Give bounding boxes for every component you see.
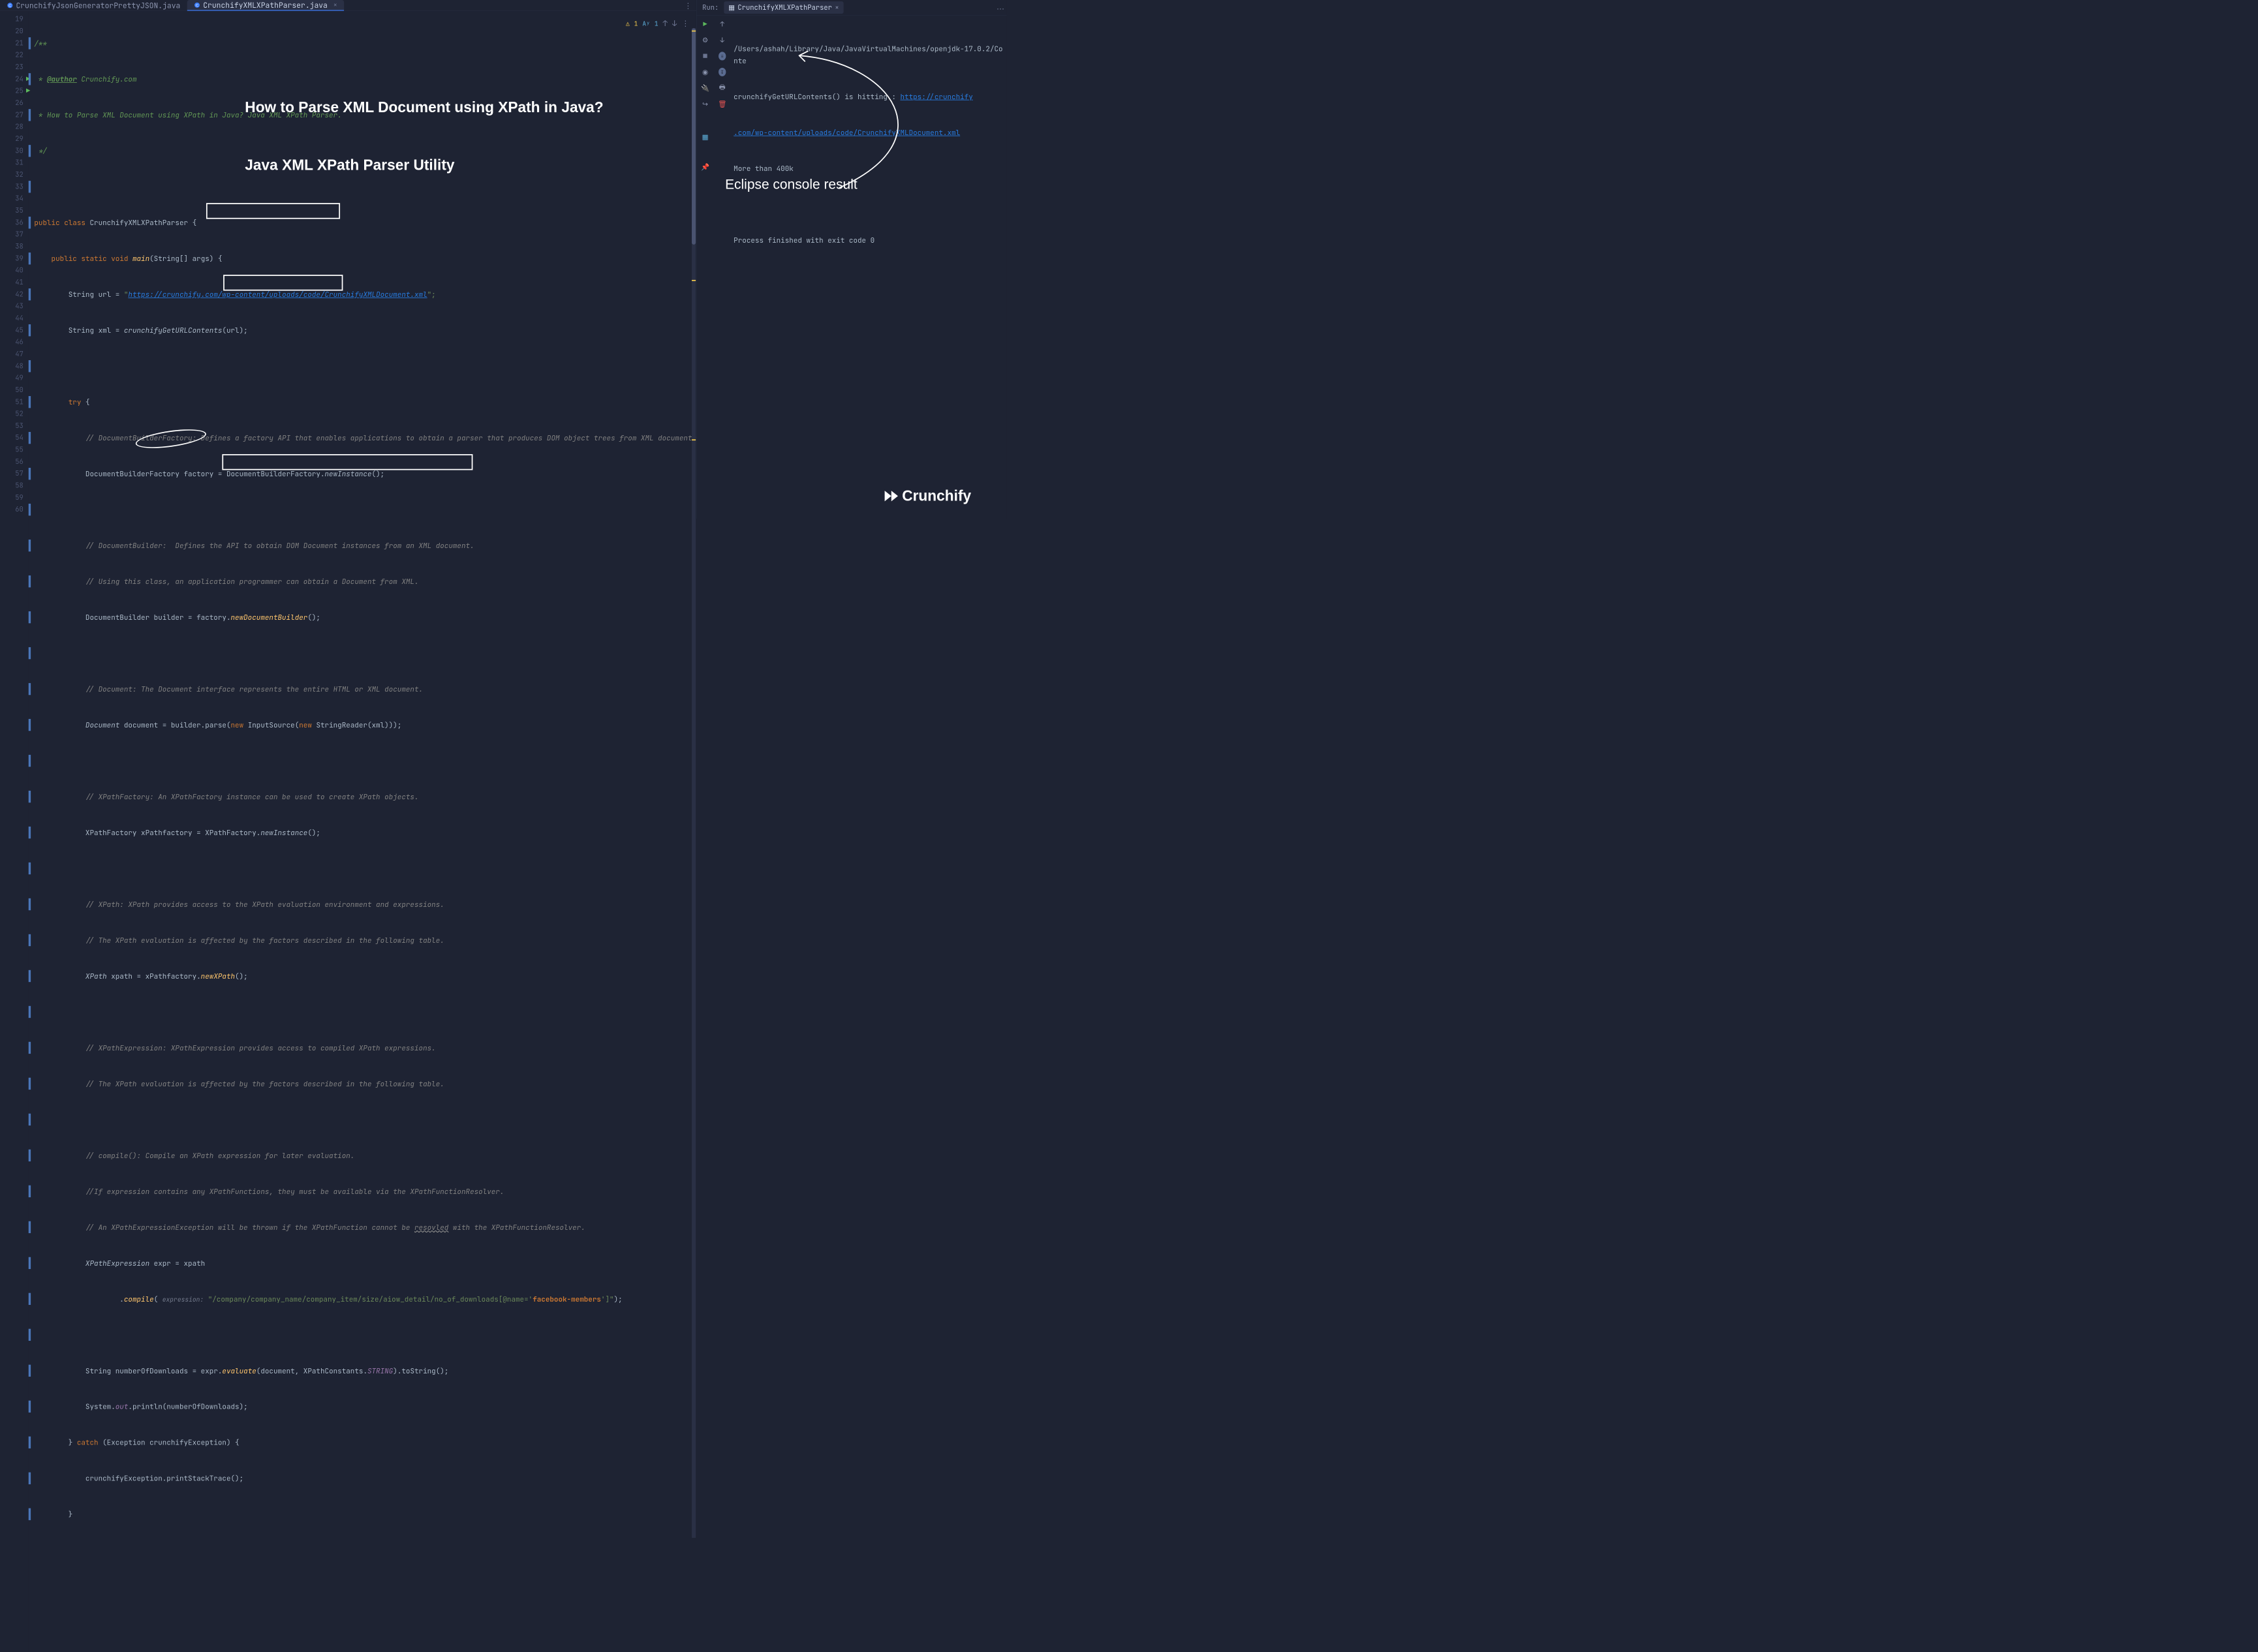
run-panel-menu-icon[interactable]: ⋯ bbox=[997, 3, 1004, 14]
layout-icon[interactable]: ▦ bbox=[702, 133, 709, 140]
stop-icon[interactable]: ■ bbox=[702, 52, 709, 59]
run-toolbar-left: ▶ ⚙ ■ ◉ 🔌 ↪ ▦ 📌 bbox=[696, 16, 713, 519]
pin-icon[interactable]: 📌 bbox=[702, 163, 709, 170]
overlay-title: How to Parse XML Document using XPath in… bbox=[245, 59, 603, 213]
run-label: Run: bbox=[702, 3, 719, 12]
settings-icon[interactable]: ⚙ bbox=[702, 37, 709, 44]
tabs-overflow-icon[interactable]: ⋮ bbox=[685, 0, 696, 11]
exit-icon[interactable]: ↪ bbox=[702, 100, 709, 108]
annotation-box bbox=[206, 203, 340, 219]
console-line: .com/wp-content/uploads/code/CrunchifyXM… bbox=[734, 127, 1004, 138]
console-line: crunchifyGetURLContents() is hitting : h… bbox=[734, 91, 1004, 102]
annotation-box bbox=[222, 454, 472, 470]
soft-wrap-icon[interactable]: ≡ bbox=[719, 52, 726, 59]
power-icon[interactable]: 🔌 bbox=[702, 84, 709, 91]
close-icon[interactable]: × bbox=[835, 3, 839, 12]
clear-icon[interactable]: 🗑 bbox=[719, 100, 726, 108]
scroll-end-icon[interactable]: ↧ bbox=[719, 69, 726, 76]
run-config-name: CrunchifyXMLXPathParser bbox=[737, 3, 832, 12]
svg-text:C: C bbox=[196, 4, 198, 8]
scrollbar-marks bbox=[691, 29, 696, 286]
java-class-icon: C bbox=[194, 2, 200, 8]
run-config-tab[interactable]: ▦ CrunchifyXMLXPathParser × bbox=[724, 1, 843, 14]
tab-active[interactable]: C CrunchifyXMLXPathParser.java × bbox=[187, 0, 345, 11]
svg-text:C: C bbox=[8, 4, 11, 8]
run-toolbar-console: ↑ ↓ ≡ ↧ 🖶 🗑 bbox=[714, 16, 731, 519]
crunchify-logo: Crunchify bbox=[882, 487, 971, 504]
screenshot-icon[interactable]: ◉ bbox=[702, 69, 709, 76]
java-class-icon: C bbox=[7, 2, 13, 8]
code-editor[interactable]: /** * @author Crunchify.com * How to Par… bbox=[29, 11, 696, 1652]
print-icon[interactable]: 🖶 bbox=[719, 84, 726, 91]
run-header: Run: ▦ CrunchifyXMLXPathParser × bbox=[696, 0, 1006, 16]
annotation-label: Eclipse console result bbox=[725, 177, 858, 192]
scroll-up-icon[interactable]: ↑ bbox=[719, 20, 726, 27]
application-icon: ▦ bbox=[728, 3, 735, 12]
close-icon[interactable]: × bbox=[333, 1, 337, 10]
tab-label: CrunchifyXMLXPathParser.java bbox=[203, 0, 328, 10]
logo-icon bbox=[882, 488, 898, 504]
annotation-ellipse bbox=[134, 426, 207, 451]
console-line: Process finished with exit code 0 bbox=[734, 234, 1004, 246]
line-gutter: 1920212223 24▶ 25▶ 26272829 3031323334 3… bbox=[0, 11, 29, 1652]
rerun-icon[interactable]: ▶ bbox=[702, 20, 709, 27]
editor-tabs: C CrunchifyJsonGeneratorPrettyJSON.java … bbox=[0, 0, 696, 11]
tab-inactive[interactable]: C CrunchifyJsonGeneratorPrettyJSON.java bbox=[0, 0, 187, 11]
console-line: More than 400k bbox=[734, 162, 1004, 174]
console-line: /Users/ashah/Library/Java/JavaVirtualMac… bbox=[734, 42, 1004, 67]
scroll-down-icon[interactable]: ↓ bbox=[719, 37, 726, 44]
console-output[interactable]: /Users/ashah/Library/Java/JavaVirtualMac… bbox=[731, 16, 1007, 519]
annotation-box bbox=[223, 275, 343, 290]
tab-label: CrunchifyJsonGeneratorPrettyJSON.java bbox=[16, 1, 180, 10]
